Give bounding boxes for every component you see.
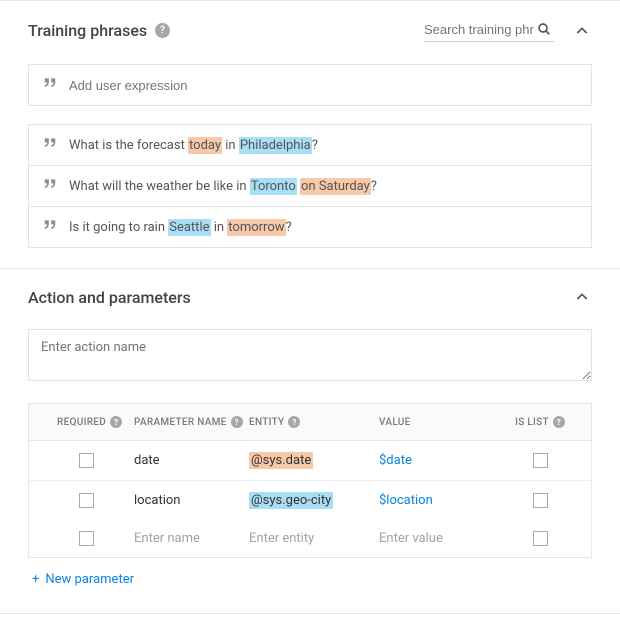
new-parameter-label: New parameter — [45, 572, 134, 587]
quote-icon — [43, 137, 57, 153]
entity-highlight[interactable]: Seattle — [168, 219, 210, 236]
quote-icon — [43, 77, 57, 93]
plus-icon: + — [32, 572, 39, 587]
entity-highlight[interactable]: tomorrow — [227, 219, 285, 236]
param-entity-cell[interactable]: @sys.geo-city — [249, 492, 379, 509]
parameter-row-empty: Enter name Enter entity Enter value — [29, 520, 591, 557]
islist-checkbox[interactable] — [533, 453, 548, 468]
new-parameter-button[interactable]: + New parameter — [28, 558, 592, 593]
header-value: VALUE — [379, 417, 411, 428]
search-training-input-wrap — [424, 19, 554, 42]
collapse-training-button[interactable] — [572, 21, 592, 41]
help-icon[interactable]: ? — [231, 416, 243, 428]
param-name-placeholder[interactable]: Enter name — [134, 531, 249, 546]
parameter-row: location@sys.geo-city$location — [29, 481, 591, 520]
training-phrase-row[interactable]: What is the forecast today in Philadelph… — [28, 124, 592, 166]
quote-icon — [43, 178, 57, 194]
collapse-action-button[interactable] — [572, 287, 592, 307]
search-training-input[interactable] — [424, 22, 534, 37]
help-icon[interactable]: ? — [110, 416, 122, 428]
param-entity-placeholder[interactable]: Enter entity — [249, 531, 379, 546]
header-param-name: PARAMETER NAME — [134, 417, 227, 428]
parameters-table-header: REQUIRED? PARAMETER NAME? ENTITY? VALUE … — [29, 404, 591, 441]
help-icon[interactable]: ? — [288, 416, 300, 428]
training-phrases-title: Training phrases ? — [28, 21, 170, 40]
header-required: REQUIRED — [57, 417, 106, 428]
training-phrase-row[interactable]: Is it going to rain Seattle in tomorrow? — [28, 207, 592, 248]
param-entity-cell[interactable]: @sys.date — [249, 452, 379, 469]
param-value-cell[interactable]: $location — [379, 493, 499, 508]
entity-highlight[interactable]: today — [188, 137, 222, 154]
param-value-cell[interactable]: $date — [379, 453, 499, 468]
action-parameters-title: Action and parameters — [28, 288, 191, 307]
islist-checkbox[interactable] — [533, 493, 548, 508]
action-name-input[interactable] — [28, 329, 592, 381]
training-phrase-list: What is the forecast today in Philadelph… — [28, 124, 592, 248]
entity-highlight[interactable]: Toronto — [250, 178, 297, 195]
header-entity: ENTITY — [249, 417, 284, 428]
required-checkbox[interactable] — [79, 531, 94, 546]
required-checkbox[interactable] — [79, 493, 94, 508]
action-parameters-section: Action and parameters REQUIRED? PARAMETE… — [0, 269, 620, 613]
phrase-text: Is it going to rain Seattle in tomorrow? — [69, 220, 292, 235]
entity-highlight[interactable]: on Saturday — [300, 178, 371, 195]
parameter-row: date@sys.date$date — [29, 441, 591, 481]
training-phrase-row[interactable]: What will the weather be like in Toronto… — [28, 166, 592, 207]
entity-highlight[interactable]: Philadelphia — [239, 137, 312, 154]
phrase-text: What is the forecast today in Philadelph… — [69, 138, 318, 153]
section-title-text: Action and parameters — [28, 288, 191, 307]
parameters-table: REQUIRED? PARAMETER NAME? ENTITY? VALUE … — [28, 403, 592, 558]
required-checkbox[interactable] — [79, 453, 94, 468]
search-icon[interactable] — [534, 19, 554, 39]
add-expression-input[interactable] — [69, 78, 577, 93]
add-expression-row — [28, 64, 592, 106]
training-phrases-section: Training phrases ? What is the forecast … — [0, 1, 620, 268]
section-title-text: Training phrases — [28, 21, 147, 40]
header-islist: IS LIST — [515, 417, 549, 428]
phrase-text: What will the weather be like in Toronto… — [69, 179, 377, 194]
quote-icon — [43, 219, 57, 235]
param-value-placeholder[interactable]: Enter value — [379, 531, 499, 546]
help-icon[interactable]: ? — [155, 23, 170, 38]
islist-checkbox[interactable] — [533, 531, 548, 546]
param-name-cell[interactable]: location — [134, 493, 249, 508]
help-icon[interactable]: ? — [553, 416, 565, 428]
param-name-cell[interactable]: date — [134, 453, 249, 468]
